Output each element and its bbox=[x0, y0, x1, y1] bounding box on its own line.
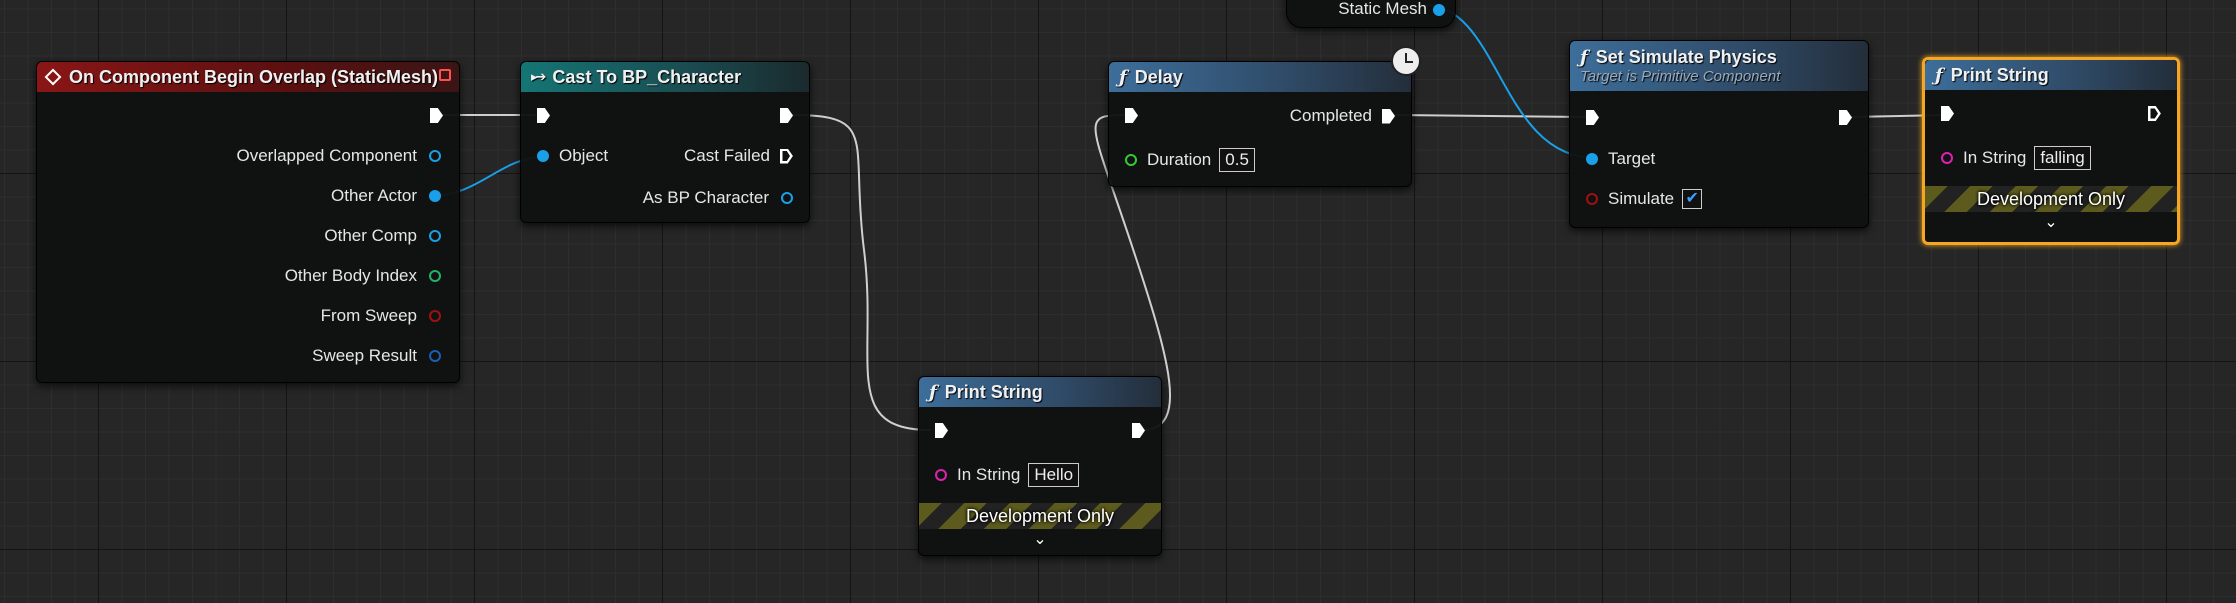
node-header: On Component Begin Overlap (StaticMesh) bbox=[37, 62, 459, 92]
exec-output-pin[interactable] bbox=[430, 108, 443, 123]
cast-to-bp-character-node[interactable]: ▸➔ Cast To BP_Character Object Cast Fail… bbox=[520, 61, 810, 223]
pin-label-other-comp: Other Comp bbox=[324, 226, 417, 245]
pin-label-other-body-index: Other Body Index bbox=[284, 266, 417, 285]
node-title: Delay bbox=[1134, 66, 1183, 87]
in-string-input[interactable]: Hello bbox=[1028, 463, 1080, 487]
from-sweep-pin[interactable] bbox=[429, 310, 441, 322]
pin-label-object: Object bbox=[559, 146, 609, 165]
other-comp-pin[interactable] bbox=[429, 230, 441, 242]
node-title: Cast To BP_Character bbox=[552, 66, 742, 87]
exec-input-pin[interactable] bbox=[1125, 108, 1138, 123]
overlapped-component-pin[interactable] bbox=[429, 150, 441, 162]
exec-output-pin[interactable] bbox=[2148, 106, 2161, 121]
other-body-index-pin[interactable] bbox=[429, 270, 441, 282]
exec-input-pin[interactable] bbox=[935, 423, 948, 438]
node-header: ƒ Print String bbox=[919, 377, 1161, 407]
exec-input-pin[interactable] bbox=[537, 108, 550, 123]
node-header: ƒ Delay bbox=[1109, 62, 1411, 92]
exec-output-pin[interactable] bbox=[1132, 423, 1145, 438]
node-title: On Component Begin Overlap (StaticMesh) bbox=[69, 66, 439, 87]
simulate-checkbox[interactable]: ✔ bbox=[1682, 189, 1703, 209]
wire-delay-to-sim bbox=[1393, 114, 1587, 118]
pin-label-sweep-result: Sweep Result bbox=[312, 346, 417, 365]
print-string-hello-node[interactable]: ƒ Print String In String Hello Developme… bbox=[918, 376, 1162, 556]
cast-failed-exec-pin[interactable] bbox=[780, 149, 793, 164]
object-pin[interactable] bbox=[537, 150, 549, 162]
exec-output-pin[interactable] bbox=[780, 108, 793, 123]
node-header: ƒ Set Simulate Physics Target is Primitiv… bbox=[1570, 41, 1868, 91]
pin-label-in-string: In String bbox=[957, 465, 1021, 484]
in-string-input[interactable]: falling bbox=[2034, 146, 2091, 170]
static-mesh-output-pin[interactable] bbox=[1433, 4, 1445, 16]
exec-input-pin[interactable] bbox=[1586, 110, 1599, 125]
as-bp-character-pin[interactable] bbox=[781, 192, 793, 204]
delay-node[interactable]: ƒ Delay Completed Duration 0.5 bbox=[1108, 61, 1412, 187]
node-header: ▸➔ Cast To BP_Character bbox=[521, 62, 809, 92]
pin-label-in-string: In String bbox=[1963, 148, 2027, 167]
pin-label-cast-failed: Cast Failed bbox=[684, 146, 770, 165]
duration-pin[interactable] bbox=[1125, 154, 1137, 166]
development-only-label: Development Only bbox=[1976, 188, 2126, 209]
clock-icon bbox=[1391, 46, 1421, 76]
stop-icon bbox=[439, 69, 451, 81]
node-title: Set Simulate Physics bbox=[1595, 47, 1777, 67]
event-diamond-icon bbox=[44, 68, 62, 86]
duration-input[interactable]: 0.5 bbox=[1219, 148, 1255, 172]
pin-label-target: Target bbox=[1608, 149, 1656, 168]
simulate-pin[interactable] bbox=[1586, 193, 1598, 205]
pin-label-overlapped-component: Overlapped Component bbox=[236, 146, 417, 165]
wire-cast-to-print1 bbox=[791, 114, 931, 431]
pin-label-duration: Duration bbox=[1147, 150, 1212, 169]
function-icon: ƒ bbox=[929, 381, 937, 403]
in-string-pin[interactable] bbox=[935, 469, 947, 481]
chevron-down-icon[interactable]: ⌄ bbox=[919, 529, 1161, 549]
pin-label-other-actor: Other Actor bbox=[331, 186, 417, 205]
target-pin[interactable] bbox=[1586, 153, 1598, 165]
development-only-banner: Development Only bbox=[919, 503, 1161, 529]
in-string-pin[interactable] bbox=[1941, 152, 1953, 164]
development-only-banner: Development Only bbox=[1925, 186, 2177, 212]
node-header: ƒ Print String bbox=[1925, 60, 2177, 90]
set-simulate-physics-node[interactable]: ƒ Set Simulate Physics Target is Primitiv… bbox=[1569, 40, 1869, 228]
pin-label-completed: Completed bbox=[1289, 106, 1372, 125]
other-actor-pin[interactable] bbox=[429, 190, 441, 202]
print-string-falling-node[interactable]: ƒ Print String In String falling Develop… bbox=[1922, 57, 2180, 245]
function-icon: ƒ bbox=[1580, 47, 1588, 68]
chevron-down-icon[interactable]: ⌄ bbox=[1925, 212, 2177, 232]
completed-exec-pin[interactable] bbox=[1382, 108, 1395, 124]
function-icon: ƒ bbox=[1119, 66, 1127, 88]
node-title: Print String bbox=[944, 381, 1043, 402]
pin-label-from-sweep: From Sweep bbox=[320, 306, 417, 325]
function-icon: ƒ bbox=[1935, 64, 1943, 86]
static-mesh-label: Static Mesh bbox=[1338, 0, 1427, 18]
exec-output-pin[interactable] bbox=[1839, 110, 1852, 125]
pin-label-simulate: Simulate bbox=[1608, 189, 1675, 208]
exec-input-pin[interactable] bbox=[1941, 106, 1954, 121]
static-mesh-getter-node[interactable]: Static Mesh bbox=[1286, 0, 1456, 28]
node-subtitle: Target is Primitive Component bbox=[1580, 68, 1781, 85]
cast-arrows-icon: ▸➔ bbox=[531, 69, 546, 84]
pin-label-as-bp-character: As BP Character bbox=[642, 188, 769, 207]
sweep-result-pin[interactable] bbox=[429, 350, 441, 362]
on-component-begin-overlap-node[interactable]: On Component Begin Overlap (StaticMesh) … bbox=[36, 61, 460, 383]
node-title: Print String bbox=[1950, 64, 2049, 85]
development-only-label: Development Only bbox=[965, 505, 1115, 526]
